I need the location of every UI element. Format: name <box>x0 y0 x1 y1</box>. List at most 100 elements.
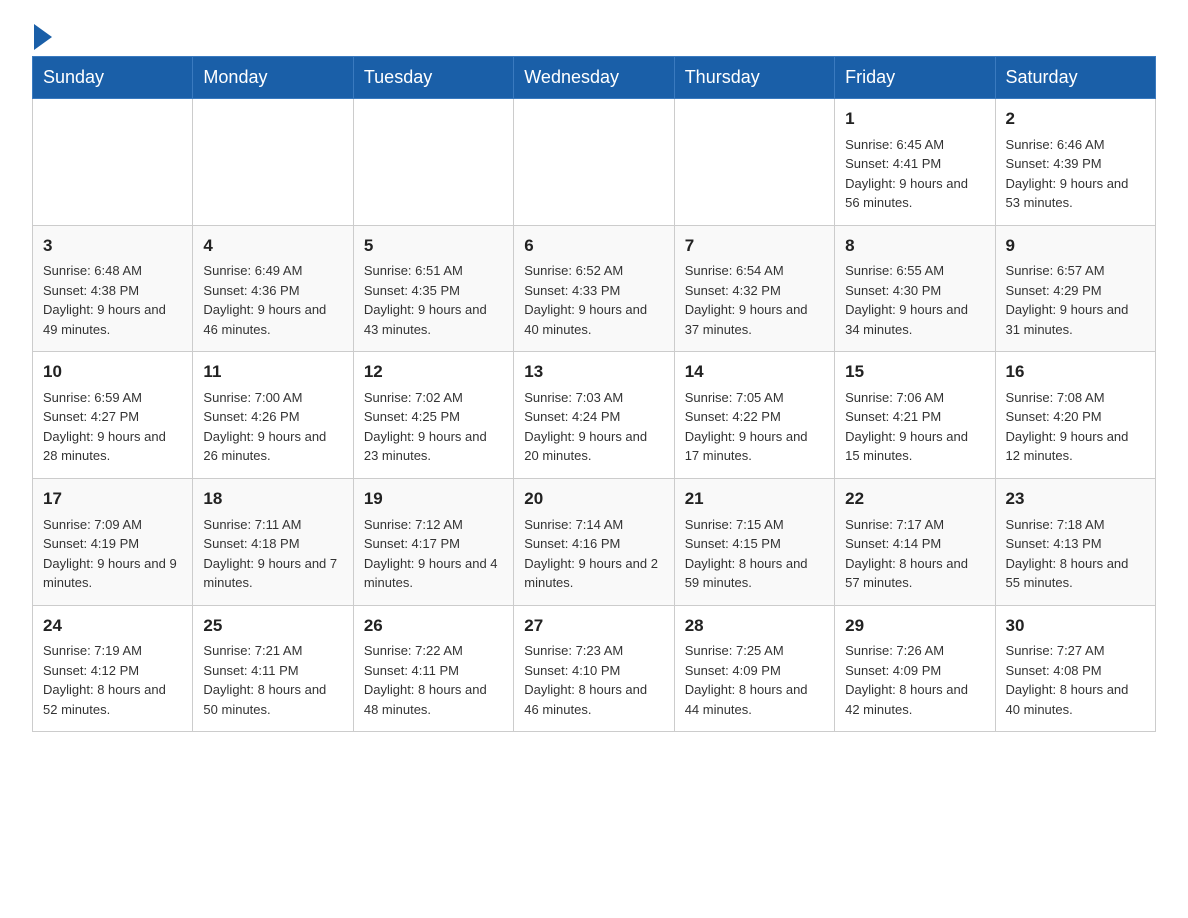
day-info: Sunrise: 7:14 AM Sunset: 4:16 PM Dayligh… <box>524 515 663 593</box>
calendar-cell <box>353 99 513 226</box>
day-info: Sunrise: 7:11 AM Sunset: 4:18 PM Dayligh… <box>203 515 342 593</box>
calendar-cell: 4Sunrise: 6:49 AM Sunset: 4:36 PM Daylig… <box>193 225 353 352</box>
day-number: 4 <box>203 234 342 259</box>
day-info: Sunrise: 6:52 AM Sunset: 4:33 PM Dayligh… <box>524 261 663 339</box>
day-info: Sunrise: 7:05 AM Sunset: 4:22 PM Dayligh… <box>685 388 824 466</box>
calendar-cell <box>33 99 193 226</box>
calendar-cell <box>193 99 353 226</box>
calendar-cell: 22 Sunrise: 7:17 AM Sunset: 4:14 PM Dayli… <box>835 478 995 605</box>
calendar-cell: 10 Sunrise: 6:59 AM Sunset: 4:27 PM Dayli… <box>33 352 193 479</box>
day-number: 10 <box>43 360 182 385</box>
day-info: Sunrise: 6:46 AM Sunset: 4:39 PM Dayligh… <box>1006 135 1145 213</box>
day-info: Sunrise: 6:55 AM Sunset: 4:30 PM Dayligh… <box>845 261 984 339</box>
weekday-header-saturday: Saturday <box>995 57 1155 99</box>
calendar-cell: 24Sunrise: 7:19 AM Sunset: 4:12 PM Dayli… <box>33 605 193 732</box>
day-info: Sunrise: 6:59 AM Sunset: 4:27 PM Dayligh… <box>43 388 182 466</box>
calendar-cell: 12 Sunrise: 7:02 AM Sunset: 4:25 PM Dayli… <box>353 352 513 479</box>
calendar-cell <box>514 99 674 226</box>
day-info: Sunrise: 6:45 AM Sunset: 4:41 PM Dayligh… <box>845 135 984 213</box>
day-number: 5 <box>364 234 503 259</box>
calendar-cell: 30Sunrise: 7:27 AM Sunset: 4:08 PM Dayli… <box>995 605 1155 732</box>
page-header <box>32 24 1156 46</box>
day-info: Sunrise: 7:21 AM Sunset: 4:11 PM Dayligh… <box>203 641 342 719</box>
calendar-cell <box>674 99 834 226</box>
day-info: Sunrise: 7:00 AM Sunset: 4:26 PM Dayligh… <box>203 388 342 466</box>
day-number: 25 <box>203 614 342 639</box>
day-number: 21 <box>685 487 824 512</box>
day-number: 8 <box>845 234 984 259</box>
day-info: Sunrise: 7:18 AM Sunset: 4:13 PM Dayligh… <box>1006 515 1145 593</box>
weekday-header-thursday: Thursday <box>674 57 834 99</box>
day-number: 12 <box>364 360 503 385</box>
calendar-cell: 9Sunrise: 6:57 AM Sunset: 4:29 PM Daylig… <box>995 225 1155 352</box>
day-number: 15 <box>845 360 984 385</box>
calendar-body: 1 Sunrise: 6:45 AM Sunset: 4:41 PM Daylig… <box>33 99 1156 732</box>
weekday-header-wednesday: Wednesday <box>514 57 674 99</box>
calendar-cell: 15 Sunrise: 7:06 AM Sunset: 4:21 PM Dayli… <box>835 352 995 479</box>
day-number: 27 <box>524 614 663 639</box>
calendar-cell: 26Sunrise: 7:22 AM Sunset: 4:11 PM Dayli… <box>353 605 513 732</box>
calendar-cell: 16Sunrise: 7:08 AM Sunset: 4:20 PM Dayli… <box>995 352 1155 479</box>
day-number: 3 <box>43 234 182 259</box>
day-number: 30 <box>1006 614 1145 639</box>
day-number: 14 <box>685 360 824 385</box>
calendar-cell: 20 Sunrise: 7:14 AM Sunset: 4:16 PM Dayli… <box>514 478 674 605</box>
calendar-cell: 11Sunrise: 7:00 AM Sunset: 4:26 PM Dayli… <box>193 352 353 479</box>
day-number: 29 <box>845 614 984 639</box>
day-info: Sunrise: 6:54 AM Sunset: 4:32 PM Dayligh… <box>685 261 824 339</box>
day-info: Sunrise: 7:26 AM Sunset: 4:09 PM Dayligh… <box>845 641 984 719</box>
calendar-cell: 23 Sunrise: 7:18 AM Sunset: 4:13 PM Dayli… <box>995 478 1155 605</box>
calendar-cell: 8Sunrise: 6:55 AM Sunset: 4:30 PM Daylig… <box>835 225 995 352</box>
calendar-cell: 18Sunrise: 7:11 AM Sunset: 4:18 PM Dayli… <box>193 478 353 605</box>
day-number: 7 <box>685 234 824 259</box>
day-info: Sunrise: 6:48 AM Sunset: 4:38 PM Dayligh… <box>43 261 182 339</box>
day-number: 23 <box>1006 487 1145 512</box>
day-number: 2 <box>1006 107 1145 132</box>
day-number: 6 <box>524 234 663 259</box>
calendar-cell: 5Sunrise: 6:51 AM Sunset: 4:35 PM Daylig… <box>353 225 513 352</box>
calendar-header: SundayMondayTuesdayWednesdayThursdayFrid… <box>33 57 1156 99</box>
calendar-week-row: 3Sunrise: 6:48 AM Sunset: 4:38 PM Daylig… <box>33 225 1156 352</box>
calendar-cell: 19Sunrise: 7:12 AM Sunset: 4:17 PM Dayli… <box>353 478 513 605</box>
day-info: Sunrise: 7:22 AM Sunset: 4:11 PM Dayligh… <box>364 641 503 719</box>
calendar-cell: 21 Sunrise: 7:15 AM Sunset: 4:15 PM Dayli… <box>674 478 834 605</box>
calendar-cell: 25Sunrise: 7:21 AM Sunset: 4:11 PM Dayli… <box>193 605 353 732</box>
calendar-week-row: 17Sunrise: 7:09 AM Sunset: 4:19 PM Dayli… <box>33 478 1156 605</box>
weekday-header-sunday: Sunday <box>33 57 193 99</box>
day-number: 20 <box>524 487 663 512</box>
day-info: Sunrise: 7:19 AM Sunset: 4:12 PM Dayligh… <box>43 641 182 719</box>
weekday-header-monday: Monday <box>193 57 353 99</box>
calendar-cell: 3Sunrise: 6:48 AM Sunset: 4:38 PM Daylig… <box>33 225 193 352</box>
day-info: Sunrise: 6:51 AM Sunset: 4:35 PM Dayligh… <box>364 261 503 339</box>
day-info: Sunrise: 7:03 AM Sunset: 4:24 PM Dayligh… <box>524 388 663 466</box>
calendar-week-row: 1 Sunrise: 6:45 AM Sunset: 4:41 PM Daylig… <box>33 99 1156 226</box>
day-info: Sunrise: 7:06 AM Sunset: 4:21 PM Dayligh… <box>845 388 984 466</box>
day-info: Sunrise: 7:02 AM Sunset: 4:25 PM Dayligh… <box>364 388 503 466</box>
day-info: Sunrise: 7:25 AM Sunset: 4:09 PM Dayligh… <box>685 641 824 719</box>
calendar-week-row: 24Sunrise: 7:19 AM Sunset: 4:12 PM Dayli… <box>33 605 1156 732</box>
day-number: 13 <box>524 360 663 385</box>
day-number: 1 <box>845 107 984 132</box>
logo <box>32 24 52 46</box>
day-number: 26 <box>364 614 503 639</box>
weekday-header-row: SundayMondayTuesdayWednesdayThursdayFrid… <box>33 57 1156 99</box>
day-number: 24 <box>43 614 182 639</box>
logo-arrow-icon <box>34 24 52 50</box>
day-info: Sunrise: 6:57 AM Sunset: 4:29 PM Dayligh… <box>1006 261 1145 339</box>
day-number: 28 <box>685 614 824 639</box>
calendar-cell: 13 Sunrise: 7:03 AM Sunset: 4:24 PM Dayli… <box>514 352 674 479</box>
calendar-cell: 14 Sunrise: 7:05 AM Sunset: 4:22 PM Dayli… <box>674 352 834 479</box>
day-info: Sunrise: 7:15 AM Sunset: 4:15 PM Dayligh… <box>685 515 824 593</box>
day-number: 16 <box>1006 360 1145 385</box>
day-info: Sunrise: 7:17 AM Sunset: 4:14 PM Dayligh… <box>845 515 984 593</box>
calendar-cell: 27Sunrise: 7:23 AM Sunset: 4:10 PM Dayli… <box>514 605 674 732</box>
calendar-table: SundayMondayTuesdayWednesdayThursdayFrid… <box>32 56 1156 732</box>
day-info: Sunrise: 6:49 AM Sunset: 4:36 PM Dayligh… <box>203 261 342 339</box>
day-info: Sunrise: 7:23 AM Sunset: 4:10 PM Dayligh… <box>524 641 663 719</box>
calendar-cell: 28Sunrise: 7:25 AM Sunset: 4:09 PM Dayli… <box>674 605 834 732</box>
day-number: 22 <box>845 487 984 512</box>
day-number: 9 <box>1006 234 1145 259</box>
calendar-cell: 7Sunrise: 6:54 AM Sunset: 4:32 PM Daylig… <box>674 225 834 352</box>
calendar-cell: 1 Sunrise: 6:45 AM Sunset: 4:41 PM Daylig… <box>835 99 995 226</box>
calendar-week-row: 10 Sunrise: 6:59 AM Sunset: 4:27 PM Dayli… <box>33 352 1156 479</box>
